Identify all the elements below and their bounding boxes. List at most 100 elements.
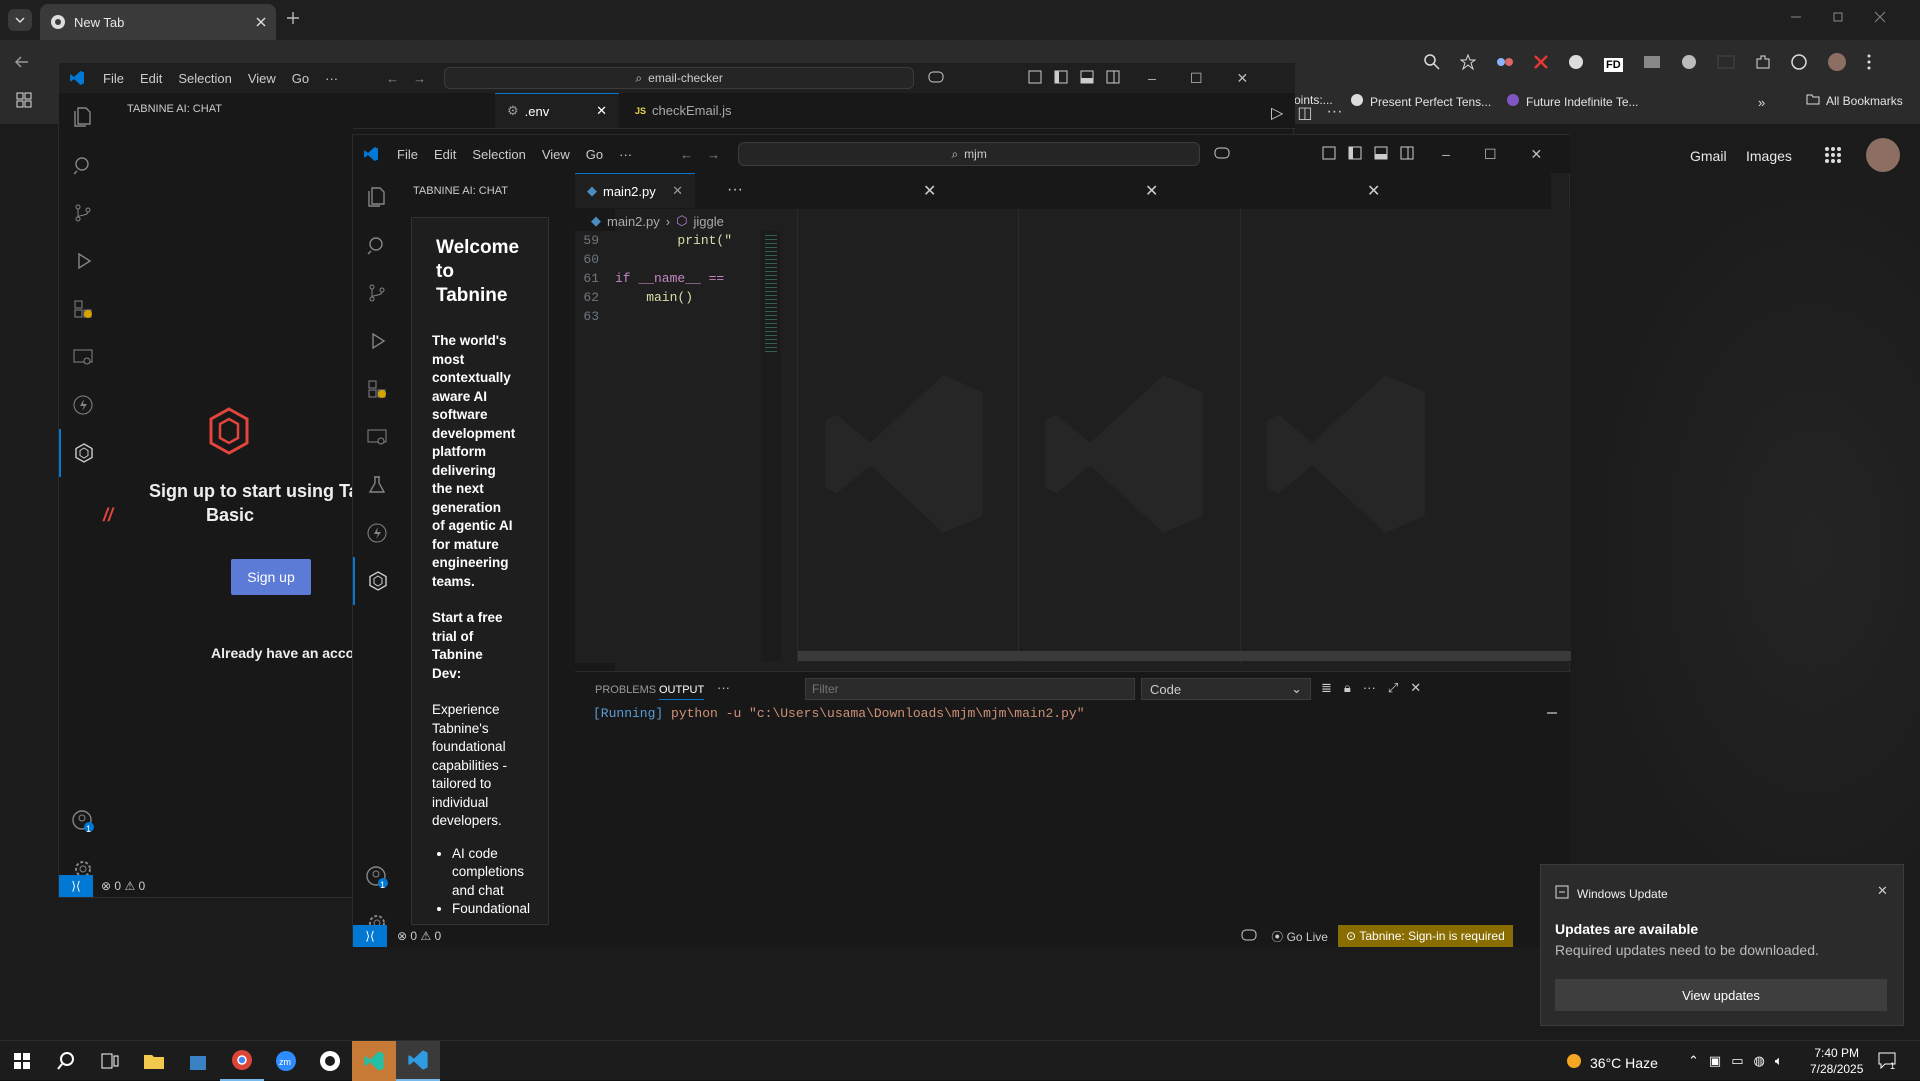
minimize-icon[interactable]: – bbox=[1442, 146, 1450, 163]
task-view-icon[interactable] bbox=[88, 1041, 132, 1081]
close-editor-group-icon[interactable]: ✕ bbox=[923, 181, 936, 201]
more-actions-icon[interactable]: ··· bbox=[727, 181, 743, 199]
tabnine-status-button[interactable]: ⊙ Tabnine: Sign-in is required bbox=[1337, 925, 1513, 947]
bookmarks-overflow-icon[interactable]: » bbox=[1758, 95, 1765, 110]
sync-icon[interactable] bbox=[1790, 54, 1807, 75]
volume-icon[interactable]: 🔈︎ bbox=[1775, 1053, 1783, 1069]
nav-back-icon[interactable]: ← bbox=[680, 147, 693, 162]
gmail-link[interactable]: Gmail bbox=[1690, 148, 1727, 164]
breadcrumb-file[interactable]: main2.py bbox=[607, 214, 660, 229]
command-center[interactable]: ⌕ email-checker bbox=[444, 67, 915, 89]
command-center[interactable]: ⌕ mjm bbox=[738, 142, 1201, 166]
accounts-icon[interactable]: 1 bbox=[59, 797, 107, 845]
view-updates-button[interactable]: View updates bbox=[1555, 979, 1887, 1011]
menu-edit[interactable]: Edit bbox=[132, 71, 170, 86]
problems-indicator[interactable]: ⊗ 0 ⚠ 0 bbox=[397, 929, 441, 943]
close-icon[interactable]: ✕ bbox=[1877, 883, 1888, 899]
menu-edit[interactable]: Edit bbox=[426, 147, 464, 162]
extension-fd-icon[interactable]: FD bbox=[1604, 57, 1623, 72]
weather-widget[interactable]: 36°C Haze bbox=[1564, 1051, 1658, 1074]
remote-explorer-icon[interactable] bbox=[59, 333, 107, 381]
menu-view[interactable]: View bbox=[534, 147, 578, 162]
kebab-menu-icon[interactable] bbox=[1867, 54, 1871, 75]
remote-indicator-icon[interactable]: ⟩⟨ bbox=[353, 925, 387, 947]
lightning-icon[interactable] bbox=[353, 509, 401, 557]
nav-forward-icon[interactable]: → bbox=[707, 147, 720, 162]
close-icon[interactable] bbox=[256, 17, 266, 27]
toggle-sidebar-icon[interactable] bbox=[1054, 70, 1068, 87]
extension-cast-icon[interactable] bbox=[1717, 55, 1735, 74]
security-icon[interactable]: ▣ bbox=[1709, 1053, 1721, 1069]
clock[interactable]: 7:40 PM 7/28/2025 bbox=[1810, 1045, 1863, 1077]
tabnine-icon[interactable] bbox=[353, 557, 401, 605]
run-debug-icon[interactable] bbox=[59, 237, 107, 285]
tab-checkemail-js[interactable]: JS checkEmail.js bbox=[623, 93, 763, 128]
search-icon[interactable] bbox=[44, 1041, 88, 1081]
tab-problems[interactable]: PROBLEMS bbox=[595, 684, 656, 696]
output-channel-select[interactable]: Code ⌄ bbox=[1141, 678, 1311, 700]
layout-icon[interactable] bbox=[1028, 70, 1042, 87]
tab-search-button[interactable] bbox=[8, 9, 32, 31]
chevron-up-icon[interactable]: ⌃ bbox=[1688, 1053, 1699, 1069]
zoom-app-icon[interactable]: zm bbox=[264, 1041, 308, 1081]
tab-env[interactable]: ⚙ .env ✕ bbox=[495, 93, 619, 128]
profile-avatar-icon[interactable] bbox=[1827, 52, 1847, 77]
close-icon[interactable] bbox=[1874, 10, 1886, 28]
search-icon[interactable] bbox=[353, 221, 401, 269]
maximize-panel-icon[interactable]: ⤢ bbox=[1388, 680, 1398, 696]
lightning-icon[interactable] bbox=[59, 381, 107, 429]
panel-more-icon[interactable]: ··· bbox=[717, 680, 730, 695]
bookmark-item[interactable]: Future Indefinite Te... bbox=[1506, 93, 1639, 110]
breadcrumb-symbol[interactable]: jiggle bbox=[693, 214, 723, 229]
menu-more[interactable]: ··· bbox=[317, 71, 346, 86]
code-editor[interactable]: 59 print(" 60 61 if __name__ == 62 main()… bbox=[575, 231, 753, 663]
close-icon[interactable]: ✕ bbox=[672, 183, 683, 199]
toggle-panel-icon[interactable] bbox=[1080, 70, 1094, 87]
close-icon[interactable]: ✕ bbox=[596, 103, 607, 119]
copilot-icon[interactable] bbox=[928, 70, 948, 87]
extension-mask-icon[interactable] bbox=[1496, 55, 1514, 74]
search-icon[interactable] bbox=[59, 141, 107, 189]
vscode-insiders-icon[interactable] bbox=[352, 1041, 396, 1081]
menu-view[interactable]: View bbox=[240, 71, 284, 86]
layout-icon[interactable] bbox=[1322, 146, 1336, 163]
extension-x-icon[interactable] bbox=[1534, 55, 1548, 74]
horizontal-scrollbar[interactable] bbox=[798, 651, 1571, 661]
source-control-icon[interactable] bbox=[59, 189, 107, 237]
file-explorer-icon[interactable] bbox=[132, 1041, 176, 1081]
menu-selection[interactable]: Selection bbox=[464, 147, 533, 162]
lock-icon[interactable]: 🔒︎ bbox=[1344, 680, 1351, 696]
nav-back-icon[interactable]: ← bbox=[386, 71, 399, 86]
tab-output[interactable]: OUTPUT bbox=[659, 684, 705, 700]
network-globe-icon[interactable]: ◍ bbox=[1754, 1053, 1765, 1069]
nav-forward-icon[interactable]: → bbox=[413, 71, 426, 86]
toggle-sidebar-icon[interactable] bbox=[1348, 146, 1362, 163]
chrome-taskbar-icon[interactable] bbox=[220, 1041, 264, 1081]
tabnine-icon[interactable] bbox=[59, 429, 107, 477]
remote-explorer-icon[interactable] bbox=[353, 413, 401, 461]
all-bookmarks-button[interactable]: All Bookmarks bbox=[1806, 93, 1903, 108]
globe-icon[interactable] bbox=[1568, 54, 1584, 75]
run-debug-icon[interactable] bbox=[353, 317, 401, 365]
filter-input[interactable] bbox=[805, 678, 1135, 700]
puzzle-icon[interactable] bbox=[1755, 54, 1771, 75]
menu-go[interactable]: Go bbox=[578, 147, 611, 162]
extensions-icon[interactable] bbox=[353, 365, 401, 413]
extensions-icon[interactable] bbox=[59, 285, 107, 333]
star-icon[interactable] bbox=[1459, 53, 1477, 75]
menu-selection[interactable]: Selection bbox=[170, 71, 239, 86]
minimize-icon[interactable]: – bbox=[1148, 70, 1156, 87]
toggle-secondary-sidebar-icon[interactable] bbox=[1400, 146, 1414, 163]
menu-file[interactable]: File bbox=[95, 71, 132, 86]
close-editor-group-icon[interactable]: ✕ bbox=[1367, 181, 1380, 201]
browser-tab-new-tab[interactable]: New Tab bbox=[40, 4, 276, 40]
close-editor-group-icon[interactable]: ✕ bbox=[1145, 181, 1158, 201]
images-link[interactable]: Images bbox=[1746, 148, 1792, 164]
toggle-panel-icon[interactable] bbox=[1374, 146, 1388, 163]
explorer-icon[interactable] bbox=[59, 93, 107, 141]
more-actions-icon[interactable]: ··· bbox=[1363, 680, 1376, 696]
panel-scrollbar[interactable] bbox=[1547, 712, 1557, 714]
minimize-icon[interactable] bbox=[1790, 10, 1802, 28]
back-icon[interactable] bbox=[14, 54, 30, 75]
maximize-icon[interactable]: ☐ bbox=[1484, 146, 1497, 163]
